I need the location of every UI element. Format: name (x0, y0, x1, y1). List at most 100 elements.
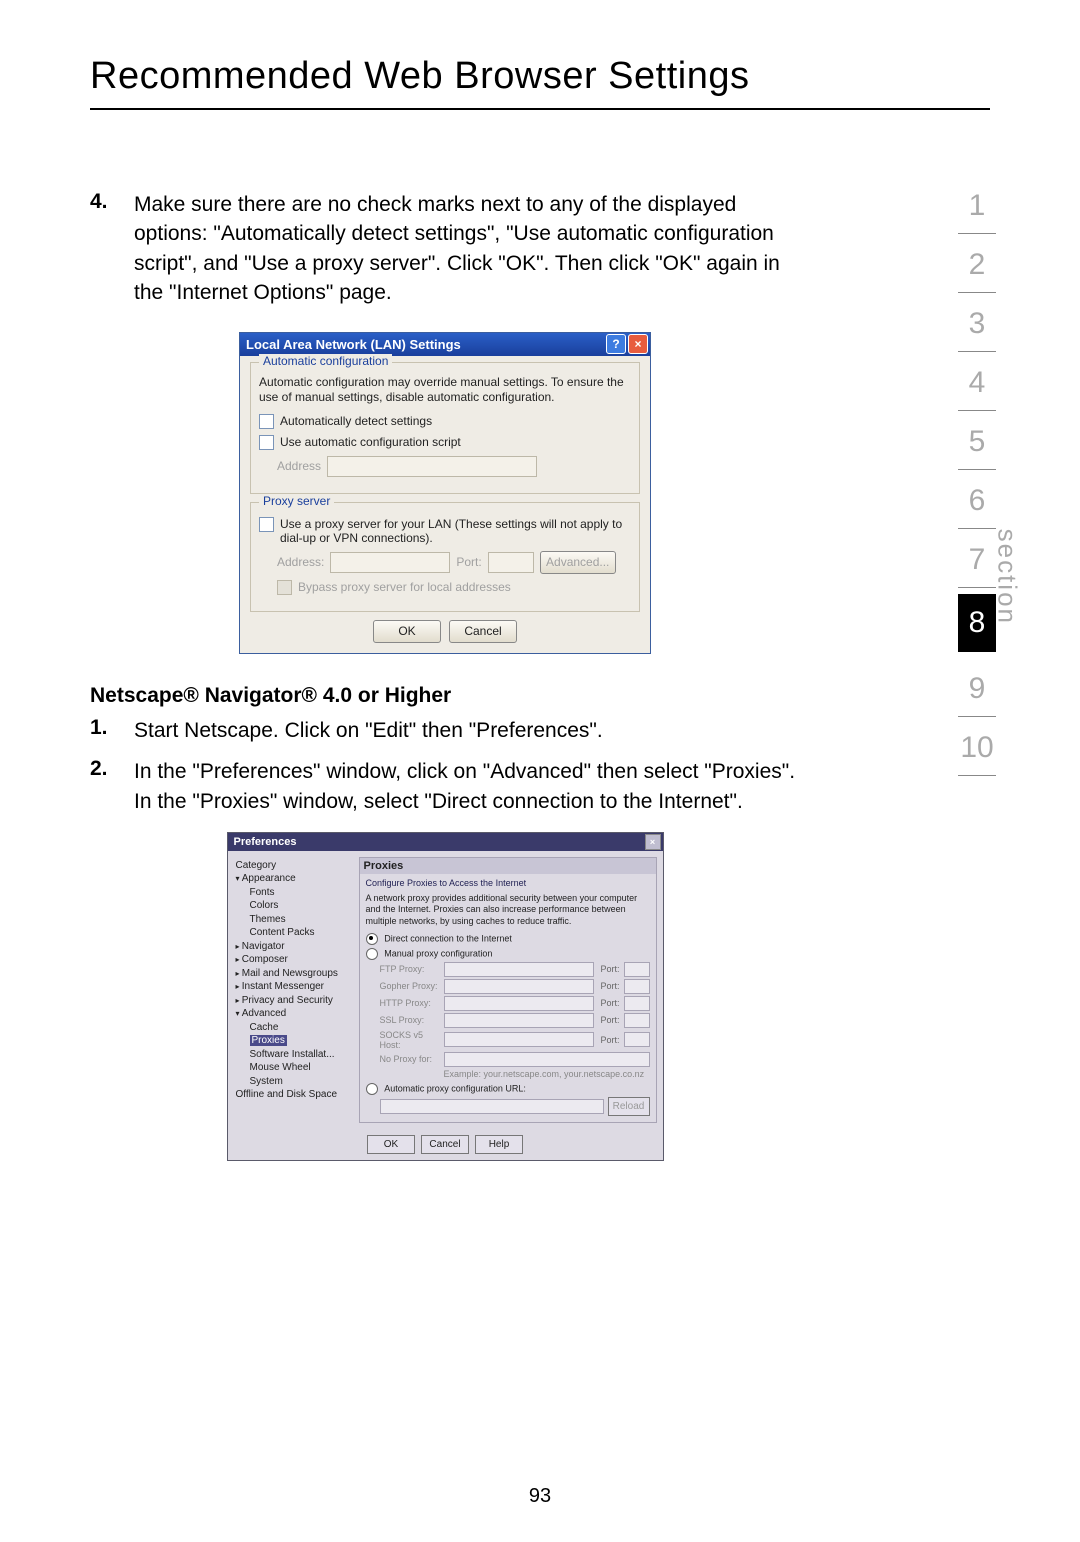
tree-advanced[interactable]: Advanced (236, 1007, 351, 1021)
section-7[interactable]: 7 (958, 529, 996, 588)
http-port[interactable] (624, 996, 650, 1011)
netscape-step-2: 2. In the "Preferences" window, click on… (90, 757, 800, 816)
script-addr-label: Address (277, 459, 321, 473)
section-nav: 1 2 3 4 5 6 7 8 9 10 section (948, 175, 1006, 776)
ftp-field[interactable] (444, 962, 594, 977)
tree-software[interactable]: Software Installat... (250, 1048, 351, 1062)
tree-privacy[interactable]: Privacy and Security (236, 994, 351, 1008)
pref-panel-desc: A network proxy provides additional secu… (366, 893, 650, 927)
section-3[interactable]: 3 (958, 293, 996, 352)
ftp-port[interactable] (624, 962, 650, 977)
page-number: 93 (0, 1485, 1080, 1508)
row-socks: SOCKS v5 Host: Port: (380, 1030, 650, 1050)
section-5[interactable]: 5 (958, 411, 996, 470)
close-icon[interactable]: × (628, 334, 648, 354)
netscape-step-1: 1. Start Netscape. Click on "Edit" then … (90, 716, 800, 745)
socks-label: SOCKS v5 Host: (380, 1030, 440, 1050)
section-1[interactable]: 1 (958, 175, 996, 234)
gopher-port[interactable] (624, 979, 650, 994)
pref-close-icon[interactable]: × (645, 834, 661, 850)
autourl-field[interactable] (380, 1099, 604, 1114)
section-8[interactable]: 8 (958, 594, 996, 652)
step-4: 4. Make sure there are no check marks ne… (90, 190, 800, 308)
bypass-label: Bypass proxy server for local addresses (298, 580, 511, 594)
tree-proxies[interactable]: Proxies (250, 1035, 287, 1046)
row-ftp: FTP Proxy: Port: (380, 962, 650, 977)
noproxy-example: Example: your.netscape.com, your.netscap… (444, 1069, 650, 1080)
pref-panel-sub: Configure Proxies to Access the Internet (366, 878, 650, 889)
pref-category-tree[interactable]: Category Appearance Fonts Colors Themes … (234, 857, 353, 1123)
tree-system[interactable]: System (250, 1075, 351, 1089)
tree-composer[interactable]: Composer (236, 953, 351, 967)
row-gopher: Gopher Proxy: Port: (380, 979, 650, 994)
tree-navigator[interactable]: Navigator (236, 940, 351, 954)
section-label: section (991, 529, 1022, 625)
radio-direct-label: Direct connection to the Internet (384, 934, 512, 944)
proxy-addr-label: Address: (277, 555, 324, 569)
tree-colors[interactable]: Colors (250, 899, 351, 913)
netscape-step-1-text: Start Netscape. Click on "Edit" then "Pr… (134, 716, 603, 745)
title-rule (90, 108, 990, 110)
reload-button[interactable]: Reload (608, 1097, 650, 1116)
row-http: HTTP Proxy: Port: (380, 996, 650, 1011)
gopher-field[interactable] (444, 979, 594, 994)
tree-category-label: Category (236, 859, 351, 873)
ssl-field[interactable] (444, 1013, 594, 1028)
script-addr-field[interactable] (327, 456, 537, 477)
tree-content-packs[interactable]: Content Packs (250, 926, 351, 940)
advanced-button[interactable]: Advanced... (540, 551, 616, 574)
auto-config-group: Automatic configuration Automatic config… (250, 362, 640, 494)
lan-titlebar: Local Area Network (LAN) Settings ? × (240, 333, 650, 356)
pref-cancel-button[interactable]: Cancel (421, 1135, 469, 1154)
noproxy-field[interactable] (444, 1052, 650, 1067)
tree-mouse[interactable]: Mouse Wheel (250, 1061, 351, 1075)
section-9[interactable]: 9 (958, 658, 996, 717)
section-4[interactable]: 4 (958, 352, 996, 411)
tree-appearance[interactable]: Appearance (236, 872, 351, 886)
section-10[interactable]: 10 (958, 717, 996, 776)
pref-titlebar: Preferences × (228, 833, 663, 851)
lan-settings-dialog: Local Area Network (LAN) Settings ? × Au… (239, 332, 651, 654)
ftp-label: FTP Proxy: (380, 964, 440, 974)
gopher-label: Gopher Proxy: (380, 981, 440, 991)
tree-themes[interactable]: Themes (250, 913, 351, 927)
pref-panel: Proxies Configure Proxies to Access the … (359, 857, 657, 1123)
ssl-port-label: Port: (598, 1015, 620, 1025)
lan-title: Local Area Network (LAN) Settings (246, 337, 461, 352)
tree-im[interactable]: Instant Messenger (236, 980, 351, 994)
tree-fonts[interactable]: Fonts (250, 886, 351, 900)
tree-cache[interactable]: Cache (250, 1021, 351, 1035)
pref-title: Preferences (234, 836, 297, 848)
proxy-port-field[interactable] (488, 552, 534, 573)
tree-mail[interactable]: Mail and Newsgroups (236, 967, 351, 981)
pref-help-button[interactable]: Help (475, 1135, 523, 1154)
proxy-addr-field[interactable] (330, 552, 450, 573)
proxy-group: Proxy server Use a proxy server for your… (250, 502, 640, 612)
use-proxy-checkbox[interactable] (259, 517, 274, 532)
section-2[interactable]: 2 (958, 234, 996, 293)
socks-field[interactable] (444, 1032, 594, 1047)
http-field[interactable] (444, 996, 594, 1011)
section-6[interactable]: 6 (958, 470, 996, 529)
netscape-heading: Netscape® Navigator® 4.0 or Higher (90, 684, 800, 708)
auto-detect-checkbox[interactable] (259, 414, 274, 429)
socks-port[interactable] (624, 1032, 650, 1047)
ssl-port[interactable] (624, 1013, 650, 1028)
auto-script-checkbox[interactable] (259, 435, 274, 450)
tree-offline[interactable]: Offline and Disk Space (236, 1088, 351, 1102)
auto-config-desc: Automatic configuration may override man… (259, 375, 631, 406)
radio-autourl[interactable] (366, 1083, 378, 1095)
radio-direct[interactable] (366, 933, 378, 945)
netscape-step-1-number: 1. (90, 716, 134, 745)
help-icon[interactable]: ? (606, 334, 626, 354)
ssl-label: SSL Proxy: (380, 1015, 440, 1025)
pref-ok-button[interactable]: OK (367, 1135, 415, 1154)
preferences-dialog: Preferences × Category Appearance Fonts … (227, 832, 664, 1161)
step-4-text: Make sure there are no check marks next … (134, 190, 800, 308)
noproxy-label: No Proxy for: (380, 1054, 440, 1064)
bypass-checkbox (277, 580, 292, 595)
ok-button[interactable]: OK (373, 620, 441, 643)
radio-manual[interactable] (366, 948, 378, 960)
cancel-button[interactable]: Cancel (449, 620, 517, 643)
http-port-label: Port: (598, 998, 620, 1008)
